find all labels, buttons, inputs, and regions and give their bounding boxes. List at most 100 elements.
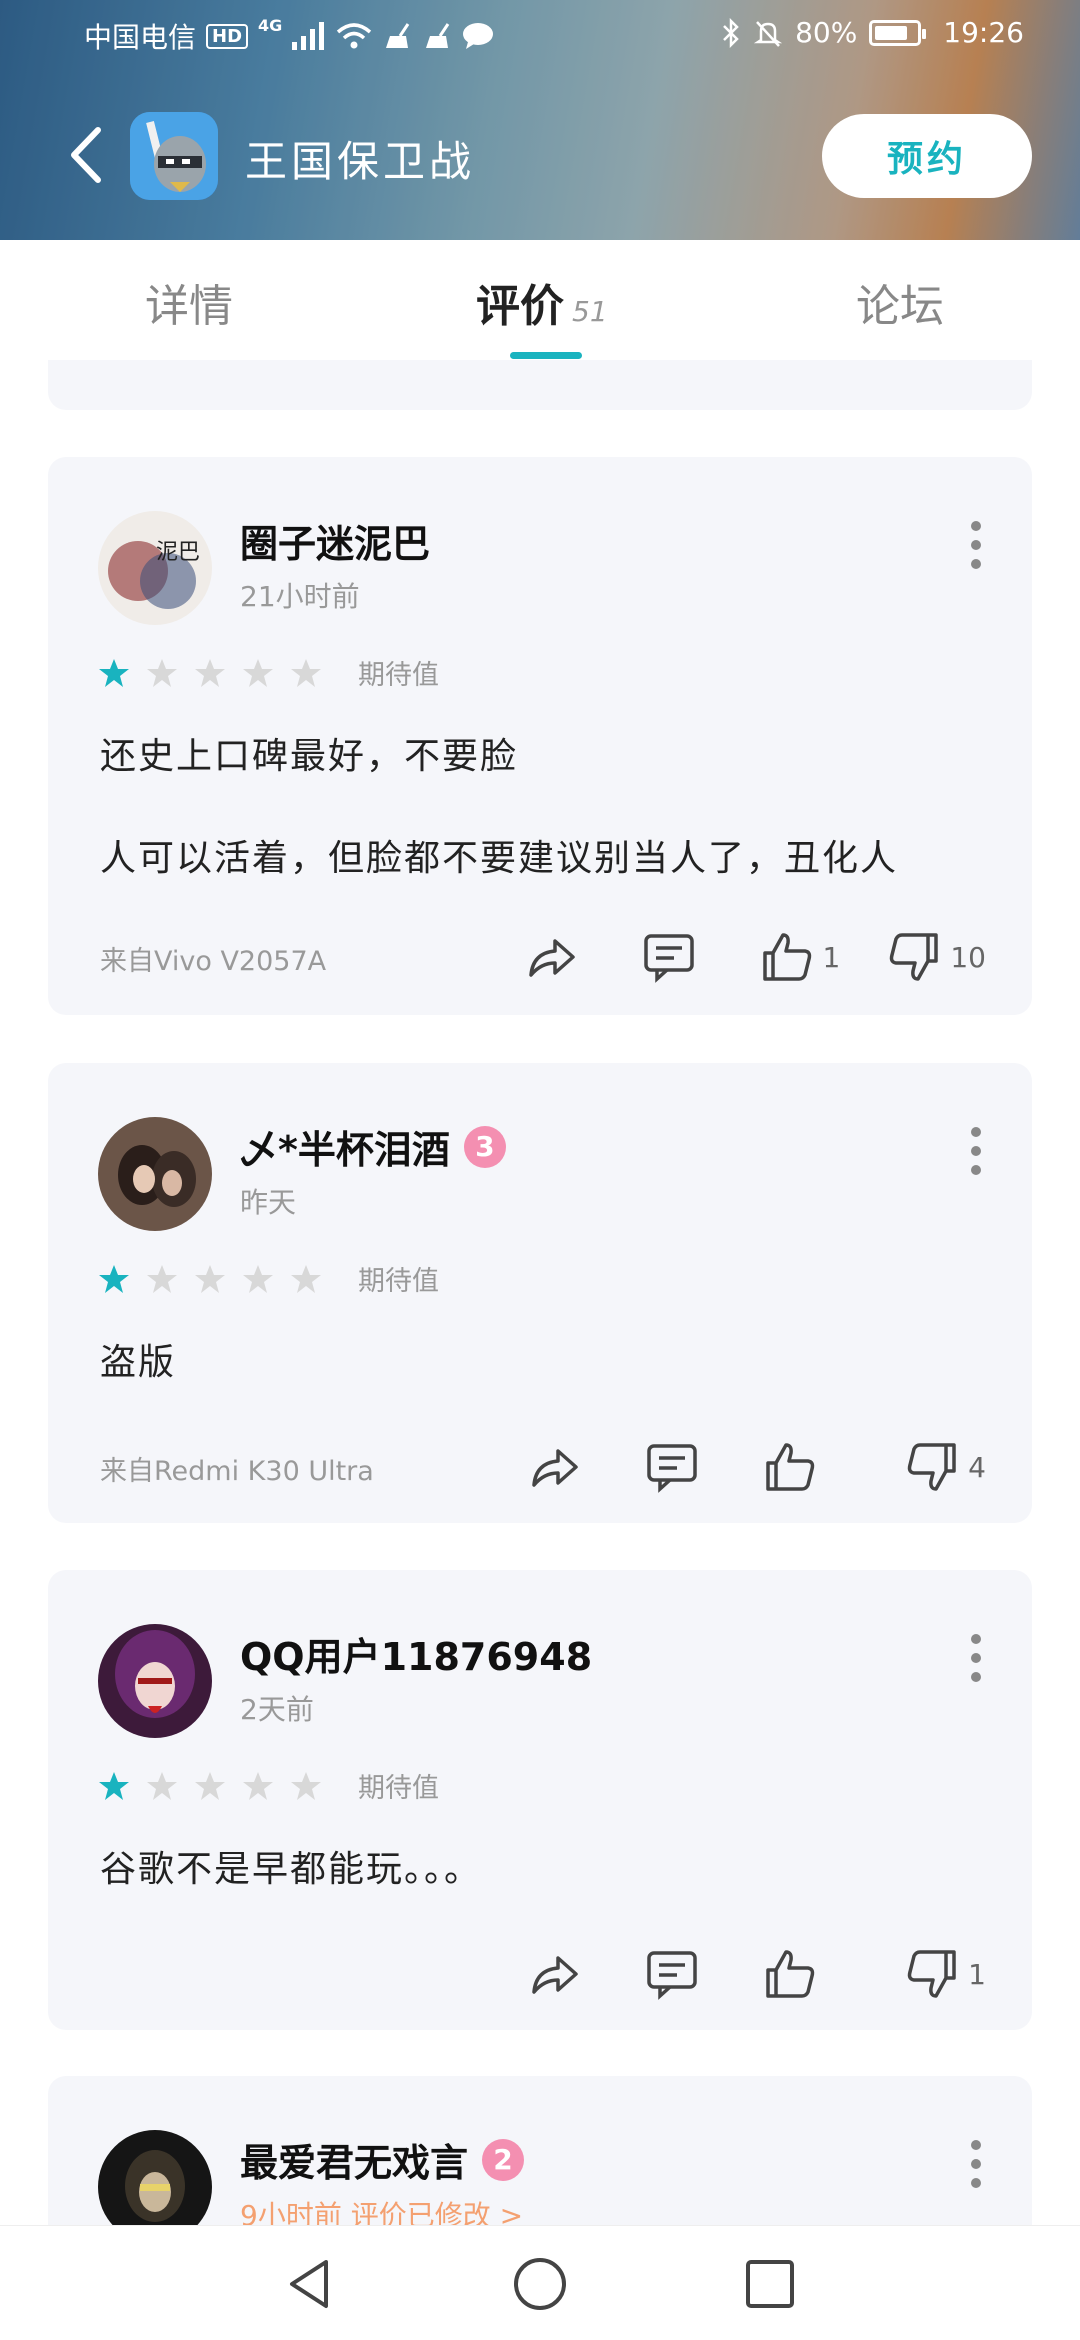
like-button[interactable] xyxy=(762,1435,842,1499)
nav-back-icon[interactable] xyxy=(280,2254,340,2314)
comment-icon xyxy=(643,934,694,983)
avatar-text: 泥巴 xyxy=(156,540,200,565)
review-time: 2天前 xyxy=(240,1693,314,1726)
like-count: 1 xyxy=(822,940,841,974)
comment-button[interactable] xyxy=(644,1942,700,2006)
level-badge: 3 xyxy=(463,1125,506,1168)
star-empty-icon xyxy=(147,658,177,687)
status-bar: 中国电信 HD 4G 80% 19:26 xyxy=(0,0,1080,70)
username-text: 最爱君无戏言 xyxy=(240,2141,469,2185)
avatar[interactable]: 泥巴 xyxy=(98,511,212,625)
star-filled-icon xyxy=(99,1264,129,1293)
avatar[interactable] xyxy=(98,2130,212,2225)
share-button[interactable] xyxy=(526,1942,582,2006)
level-badge: 2 xyxy=(482,2138,525,2181)
tab-reviews-count: 51 xyxy=(572,295,608,328)
carrier-label: 中国电信 xyxy=(84,21,197,54)
system-nav-bar xyxy=(0,2225,1080,2340)
app-title: 王国保卫战 xyxy=(245,137,476,186)
star-empty-icon xyxy=(195,658,225,687)
tab-forum[interactable]: 论坛 xyxy=(856,270,944,334)
share-button[interactable] xyxy=(526,1435,582,1499)
star-empty-icon xyxy=(291,1264,321,1293)
review-card[interactable]: 乄*半杯泪酒 3 昨天 期待值 盗版 来自Redmi K30 Ultra 4 xyxy=(48,1063,1032,1523)
review-username[interactable]: 最爱君无戏言 2 xyxy=(240,2132,525,2187)
tab-details[interactable]: 详情 xyxy=(145,270,233,334)
device-label: 来自Vivo V2057A xyxy=(100,946,327,977)
nav-recents-icon[interactable] xyxy=(740,2254,800,2314)
nav-home-icon[interactable] xyxy=(510,2254,570,2314)
device-label: 来自Redmi K30 Ultra xyxy=(100,1456,374,1487)
hd-badge: HD xyxy=(206,23,249,49)
dislike-count: 10 xyxy=(950,940,986,974)
share-icon xyxy=(528,939,575,977)
comment-button[interactable] xyxy=(644,1435,700,1499)
star-empty-icon xyxy=(147,1264,177,1293)
review-card[interactable]: QQ用户11876948 2天前 期待值 谷歌不是早都能玩。。。 1 xyxy=(48,1570,1032,2030)
thumbs-up-icon xyxy=(762,933,811,981)
review-username[interactable]: 乄*半杯泪酒 3 xyxy=(240,1119,506,1174)
title-row: 王国保卫战 预约 xyxy=(0,100,1080,210)
rating-label: 期待值 xyxy=(358,1773,439,1804)
tab-reviews[interactable]: 评价 51 xyxy=(476,270,608,334)
more-options-icon[interactable] xyxy=(970,521,982,569)
battery-icon xyxy=(869,19,927,46)
signal-icon xyxy=(292,22,325,50)
more-options-icon[interactable] xyxy=(970,1634,982,1682)
share-button[interactable] xyxy=(523,925,579,989)
like-button[interactable]: 1 xyxy=(759,925,841,989)
clock: 19:26 xyxy=(943,16,1024,49)
review-username[interactable]: 圈子迷泥巴 xyxy=(240,513,430,568)
avatar[interactable] xyxy=(98,1117,212,1231)
rating-stars: 期待值 xyxy=(98,653,439,692)
avatar[interactable] xyxy=(98,1624,212,1738)
dislike-button[interactable]: 4 xyxy=(904,1435,986,1499)
network-label: 4G xyxy=(258,16,283,35)
review-list[interactable]: 泥巴 圈子迷泥巴 21小时前 期待值 还史上口碑最好，不要脸 人可以活着，但脸都… xyxy=(0,360,1080,2225)
review-time: 21小时前 xyxy=(240,580,360,613)
dislike-count: 1 xyxy=(968,1957,986,1991)
review-card[interactable]: 最爱君无戏言 2 9小时前 评价已修改 > xyxy=(48,2076,1032,2225)
tab-details-label: 详情 xyxy=(145,281,233,332)
previous-review-card xyxy=(48,360,1032,410)
rating-label: 期待值 xyxy=(358,660,439,691)
wifi-icon xyxy=(337,23,372,49)
bluetooth-icon xyxy=(723,17,739,48)
rating-label: 期待值 xyxy=(358,1266,439,1297)
dislike-count: 4 xyxy=(968,1450,986,1484)
star-empty-icon xyxy=(195,1771,225,1800)
tab-bar: 详情 评价 51 论坛 xyxy=(0,240,1080,360)
dislike-button[interactable]: 1 xyxy=(904,1942,986,2006)
back-arrow-icon[interactable] xyxy=(62,122,112,188)
review-card[interactable]: 泥巴 圈子迷泥巴 21小时前 期待值 还史上口碑最好，不要脸 人可以活着，但脸都… xyxy=(48,457,1032,1015)
mute-bell-icon xyxy=(753,20,783,47)
review-footer: 来自Vivo V2057A 1 10 xyxy=(100,925,986,989)
star-empty-icon xyxy=(291,1771,321,1800)
dislike-button[interactable]: 10 xyxy=(886,925,986,989)
thumbs-down-icon xyxy=(890,933,939,981)
star-empty-icon xyxy=(243,1771,273,1800)
like-button[interactable] xyxy=(762,1942,842,2006)
clean-icon xyxy=(386,23,410,48)
rating-stars: 期待值 xyxy=(98,1259,439,1298)
reserve-button[interactable]: 预约 xyxy=(822,114,1032,198)
username-text: 乄*半杯泪酒 xyxy=(240,1128,450,1172)
clean-icon-2 xyxy=(426,23,450,48)
tab-forum-label: 论坛 xyxy=(856,281,944,332)
review-username[interactable]: QQ用户11876948 xyxy=(240,1626,592,1681)
app-header: 中国电信 HD 4G 80% 19:26 王国保卫战 预约 xyxy=(0,0,1080,240)
comment-button[interactable] xyxy=(641,925,697,989)
review-text-line: 还史上口碑最好，不要脸 xyxy=(100,736,519,777)
more-options-icon[interactable] xyxy=(970,1127,982,1175)
more-options-icon[interactable] xyxy=(970,2140,982,2188)
comment-icon xyxy=(647,1444,697,1493)
review-time-edited[interactable]: 9小时前 评价已修改 > xyxy=(240,2194,523,2225)
tab-reviews-label: 评价 xyxy=(476,281,564,332)
review-footer: 1 xyxy=(100,1942,986,2006)
active-tab-indicator xyxy=(510,352,582,359)
username-text: 圈子迷泥巴 xyxy=(240,522,431,566)
star-empty-icon xyxy=(147,1771,177,1800)
comment-icon xyxy=(647,1951,697,2000)
star-empty-icon xyxy=(291,658,321,687)
thumbs-up-icon xyxy=(766,1443,815,1491)
